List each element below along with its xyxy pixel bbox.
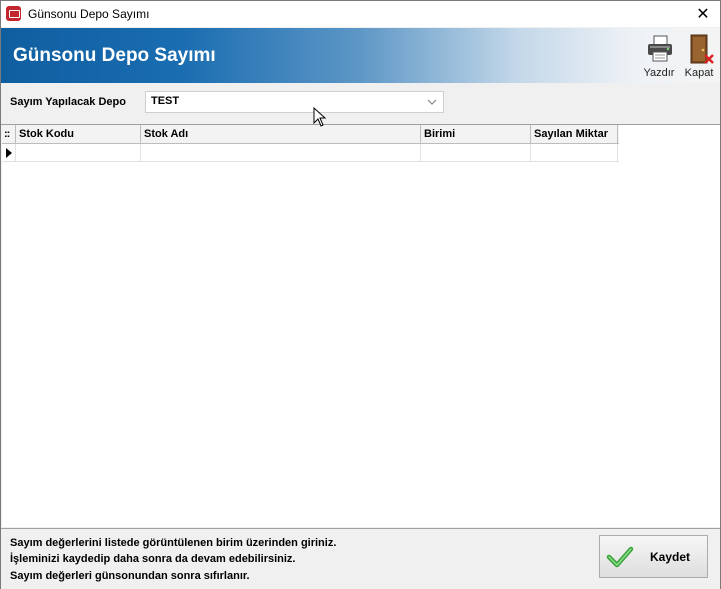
print-button[interactable]: Yazdır <box>641 31 677 81</box>
close-form-button[interactable]: Kapat <box>681 31 717 81</box>
table-row[interactable] <box>2 144 619 162</box>
cell-birimi[interactable] <box>421 144 531 161</box>
cell-stok-adi[interactable] <box>141 144 421 161</box>
info-note-1: Sayım değerlerini listede görüntülenen b… <box>10 537 337 549</box>
header-banner: Günsonu Depo Sayımı Yazdır Kapat <box>1 28 720 83</box>
info-note-3: Sayım değerleri günsonundan sonra sıfırl… <box>10 570 250 582</box>
cell-stok-kodu[interactable] <box>16 144 141 161</box>
depo-selected-value: TEST <box>151 95 180 107</box>
save-button[interactable]: Kaydet <box>599 535 708 578</box>
depo-dropdown[interactable]: TEST <box>145 91 444 113</box>
close-window-button[interactable]: ✕ <box>686 1 720 27</box>
stock-count-grid[interactable]: :: Stok Kodu Stok Adı Birimi Sayılan Mik… <box>2 125 720 527</box>
save-label: Kaydet <box>650 550 691 564</box>
column-selector-icon[interactable]: :: <box>2 125 16 143</box>
chevron-down-icon[interactable] <box>425 95 439 109</box>
exit-door-icon <box>690 34 714 64</box>
window-title: Günsonu Depo Sayımı <box>28 7 150 21</box>
app-icon <box>6 6 21 21</box>
column-header-sayilan-miktar[interactable]: Sayılan Miktar <box>531 125 618 143</box>
grid-header: :: Stok Kodu Stok Adı Birimi Sayılan Mik… <box>2 125 619 144</box>
column-header-birimi[interactable]: Birimi <box>421 125 531 143</box>
title-bar: Günsonu Depo Sayımı ✕ <box>1 1 720 27</box>
depo-label: Sayım Yapılacak Depo <box>10 96 126 108</box>
footer-panel: Sayım değerlerini listede görüntülenen b… <box>1 528 720 589</box>
row-indicator-cell <box>2 144 16 161</box>
info-note-2: İşleminizi kaydedip daha sonra da devam … <box>10 553 296 565</box>
cell-sayilan-miktar[interactable] <box>531 144 618 161</box>
page-title: Günsonu Depo Sayımı <box>13 45 216 66</box>
print-label: Yazdır <box>643 67 675 79</box>
column-header-stok-adi[interactable]: Stok Adı <box>141 125 421 143</box>
depo-selection-row: Sayım Yapılacak Depo TEST <box>1 84 720 125</box>
mouse-cursor-icon <box>313 107 327 127</box>
printer-icon <box>648 35 672 62</box>
row-pointer-icon <box>6 148 12 158</box>
dialog-window: Günsonu Depo Sayımı ✕ Günsonu Depo Sayım… <box>0 0 721 589</box>
checkmark-icon <box>606 546 634 568</box>
column-header-stok-kodu[interactable]: Stok Kodu <box>16 125 141 143</box>
close-label: Kapat <box>684 67 714 79</box>
